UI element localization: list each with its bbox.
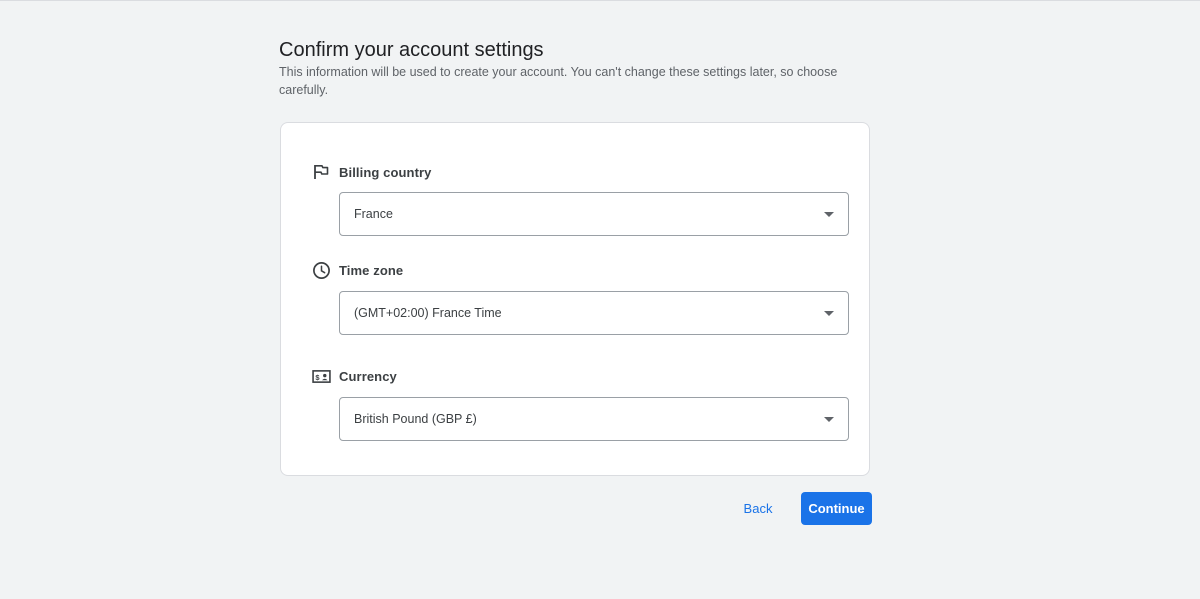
time-zone-label: Time zone [339, 262, 404, 278]
currency-select[interactable]: British Pound (GBP £) [339, 397, 849, 441]
billing-country-label: Billing country [339, 164, 432, 180]
page-title: Confirm your account settings [279, 39, 544, 61]
billing-country-select[interactable]: France [339, 192, 849, 236]
billing-country-label-row: Billing country [311, 161, 432, 183]
clock-icon [311, 260, 331, 280]
svg-text:$: $ [315, 372, 320, 381]
chevron-down-icon [824, 416, 834, 422]
currency-label: Currency [339, 368, 397, 384]
currency-value: British Pound (GBP £) [354, 412, 477, 426]
chevron-down-icon [824, 310, 834, 316]
account-settings-card: Billing country France Time zone (GMT+02… [280, 122, 870, 476]
time-zone-label-row: Time zone [311, 259, 403, 281]
currency-label-row: $ Currency [311, 365, 397, 387]
billing-country-value: France [354, 207, 393, 221]
time-zone-select[interactable]: (GMT+02:00) France Time [339, 291, 849, 335]
continue-button[interactable]: Continue [801, 492, 872, 525]
time-zone-value: (GMT+02:00) France Time [354, 306, 502, 320]
chevron-down-icon [824, 211, 834, 217]
page-subtitle: This information will be used to create … [279, 65, 838, 97]
back-button[interactable]: Back [733, 492, 783, 525]
currency-icon: $ [311, 366, 331, 386]
flag-icon [311, 162, 331, 182]
